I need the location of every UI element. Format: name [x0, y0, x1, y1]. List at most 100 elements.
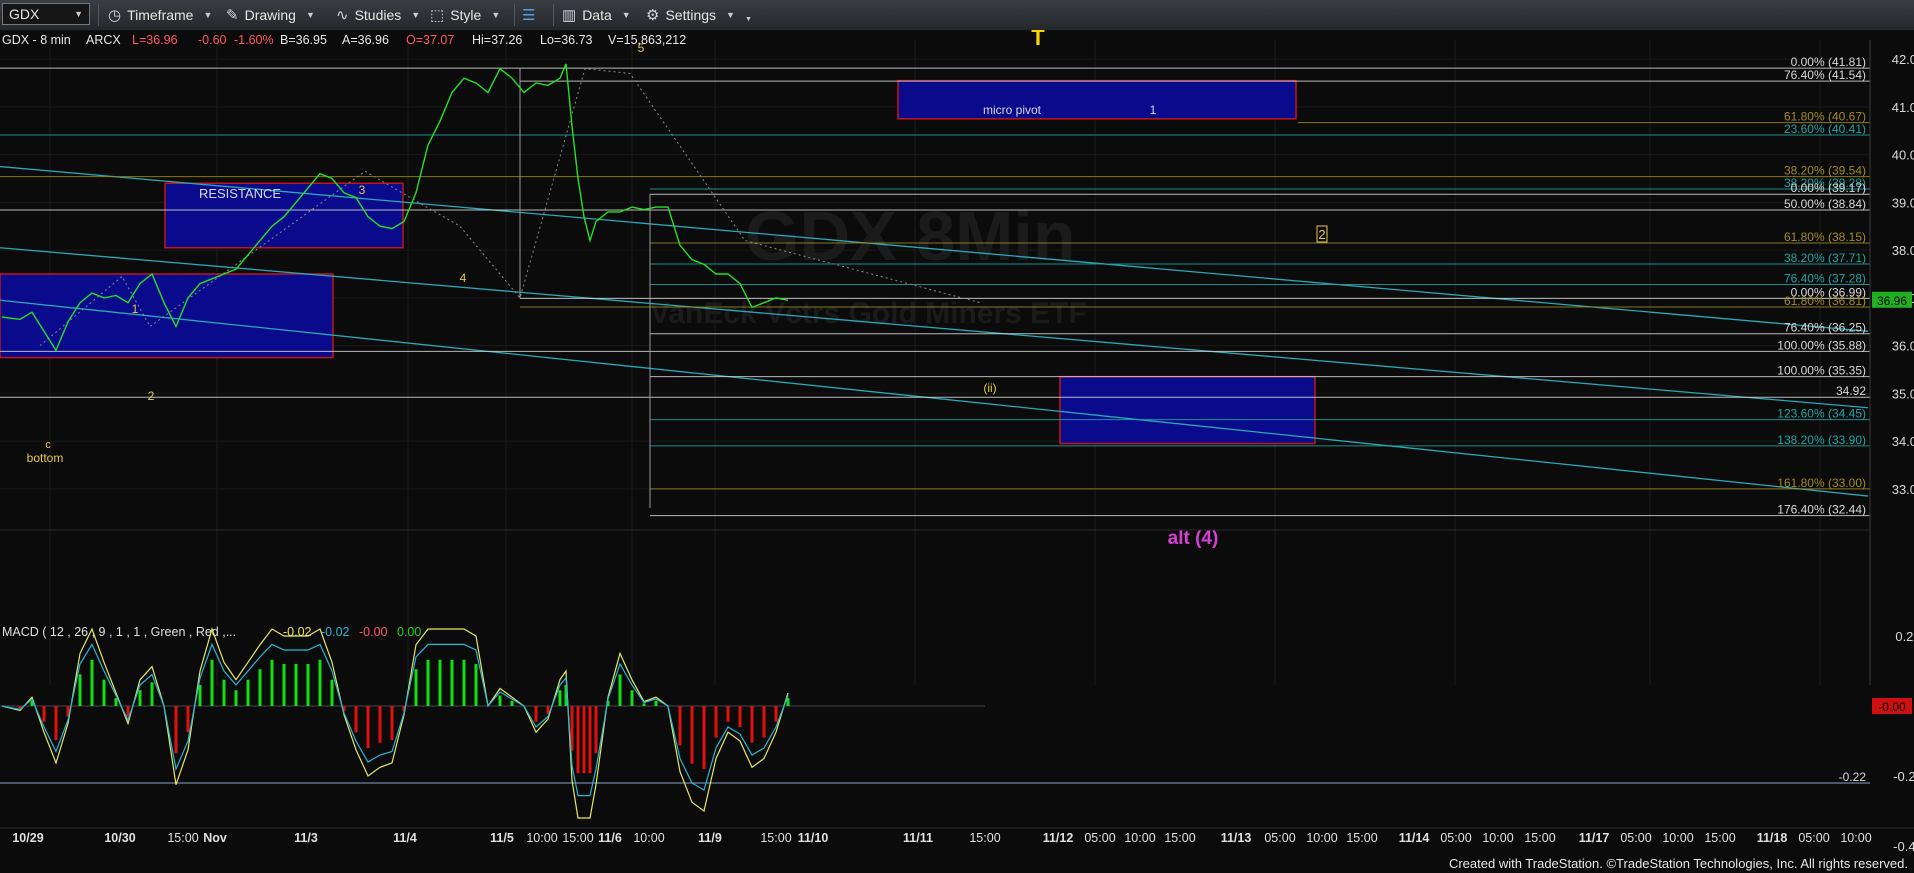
toolbar: GDX ▼ ◷ Timeframe ▼ ✎ Drawing ▼ ∿ Studie…: [0, 0, 1914, 31]
macd-histogram-bar: [462, 659, 466, 706]
macd-title: MACD ( 12 , 26 , 9 , 1 , 1 , Green , Red…: [2, 625, 236, 639]
macd-histogram-bar: [414, 669, 418, 706]
wave-label: 3: [359, 183, 366, 197]
fib-level-label: 61.80% (38.15): [1784, 230, 1866, 244]
timeframe-button[interactable]: ◷ Timeframe ▼: [108, 5, 212, 25]
macd-histogram-bar: [762, 706, 766, 738]
time-tick-label: 05:00: [1084, 831, 1115, 845]
macd-histogram-bar: [114, 698, 118, 706]
drawing-button[interactable]: ✎ Drawing ▼: [226, 5, 315, 25]
macd-current-value: -0.00: [1878, 700, 1906, 714]
style-button[interactable]: ⬚ Style ▼: [430, 5, 500, 25]
macd-tick-label: 0.20: [1895, 629, 1914, 644]
wave-label: 2: [1318, 227, 1325, 242]
header-open: O=37.07: [406, 33, 454, 47]
macd-histogram-bar: [534, 706, 538, 722]
macd-histogram-bar: [390, 706, 394, 741]
fib-level-label: 23.60% (40.41): [1784, 122, 1866, 136]
wave-label: (ii): [983, 381, 996, 395]
layout-button[interactable]: ☰: [522, 5, 535, 25]
timeframe-label: Timeframe: [127, 7, 194, 23]
time-tick-label: 10:00: [526, 831, 557, 845]
fib-level-label: 176.40% (32.44): [1777, 503, 1866, 517]
wave-label: c: [45, 439, 51, 451]
time-tick-label: 15:00: [167, 831, 198, 845]
macd-histogram-bar: [510, 700, 514, 706]
wave-label: bottom: [27, 451, 64, 465]
macd-histogram-bar: [234, 690, 238, 706]
time-tick-label: 10:00: [1482, 831, 1513, 845]
macd-histogram-bar: [198, 685, 202, 706]
time-tick-label: 15:00: [562, 831, 593, 845]
fib-level-label: 76.40% (41.54): [1784, 68, 1866, 82]
macd-histogram-bar: [678, 706, 682, 746]
macd-histogram-bar: [42, 706, 46, 722]
fib-level-label: 138.20% (33.90): [1777, 433, 1866, 447]
price-chart[interactable]: GDX 8MinVanEck Vctrs Gold Miners ETF0.00…: [0, 30, 1914, 873]
fib-level-label: 38.20% (37.71): [1784, 251, 1866, 265]
fib-level-label: 0.00% (41.81): [1791, 55, 1866, 69]
header-high: Hi=37.26: [472, 33, 522, 47]
macd-histogram-bar: [558, 690, 562, 706]
macd-histogram-bar: [126, 706, 130, 717]
header-ask: A=36.96: [342, 33, 389, 47]
time-tick-label: 11/5: [490, 831, 514, 845]
macd-histogram-bar: [354, 706, 358, 733]
time-tick-label: 10:00: [1306, 831, 1337, 845]
macd-histogram-bar: [54, 706, 58, 741]
time-tick-label: 05:00: [1264, 831, 1295, 845]
watermark-subtitle: VanEck Vctrs Gold Miners ETF: [650, 297, 1087, 330]
chevron-down-icon: ▼: [305, 10, 315, 20]
macd-histogram-bar: [174, 706, 178, 754]
fib-level-label: 76.40% (37.28): [1784, 272, 1866, 286]
macd-histogram-bar: [246, 679, 250, 706]
time-tick-label: 10:00: [1662, 831, 1693, 845]
time-tick-label: 15:00: [1704, 831, 1735, 845]
support-box: [0, 273, 334, 359]
macd-histogram-bar: [714, 706, 718, 738]
fib-level-label: 100.00% (35.35): [1777, 364, 1866, 378]
studies-button[interactable]: ∿ Studies ▼: [336, 5, 420, 25]
settings-button[interactable]: ⚙ Settings ▼ ▼: [646, 5, 752, 25]
header-volume: V=15,863,212: [608, 33, 686, 47]
time-tick-label: 10:00: [633, 831, 664, 845]
price-tick-label: 33.00: [1892, 482, 1914, 497]
macd-histogram-bar: [222, 679, 226, 706]
chevron-down-icon: ▼: [744, 15, 752, 23]
chevron-down-icon: ▼: [203, 10, 213, 20]
time-tick-label: 11/13: [1221, 831, 1252, 845]
time-tick-label: 15:00: [969, 831, 1000, 845]
macd-histogram-bar: [654, 700, 658, 706]
wave-label: T: [1031, 30, 1045, 50]
macd-histogram-bar: [306, 664, 310, 706]
macd-histogram-bar: [378, 706, 382, 743]
macd-histogram-bar: [318, 659, 322, 706]
header-symbol: GDX - 8 min: [2, 33, 71, 47]
footer-copyright: Created with TradeStation. ©TradeStation…: [1448, 856, 1908, 871]
header-pct: -1.60%: [234, 33, 274, 47]
layout-icon: ☰: [522, 7, 536, 24]
macd-histogram-bar: [138, 690, 142, 706]
macd-histogram-bar: [330, 679, 334, 706]
time-tick-label: 05:00: [1798, 831, 1829, 845]
macd-histogram-bar: [90, 659, 94, 706]
chevron-down-icon: ▼: [491, 10, 501, 20]
symbol-select[interactable]: GDX ▼: [2, 3, 90, 25]
fib-level-label: 34.92: [1836, 384, 1866, 398]
macd-histogram-bar: [438, 659, 442, 706]
fib-level-label: 0.00% (39.17): [1791, 181, 1866, 195]
header-change: -0.60: [198, 33, 227, 47]
macd-histogram-bar: [270, 659, 274, 706]
fib-level-label: 76.40% (36.25): [1784, 321, 1866, 335]
macd-value: -0.00: [359, 625, 388, 639]
macd-histogram-bar: [588, 706, 592, 774]
data-button[interactable]: ▥ Data ▼: [562, 5, 631, 25]
macd-histogram-bar: [282, 664, 286, 706]
symbol-value: GDX: [9, 6, 40, 22]
time-tick-label: 10:00: [1840, 831, 1871, 845]
price-tick-label: 34.00: [1892, 434, 1914, 449]
macd-histogram-bar: [774, 706, 778, 722]
last-price-value: 36.96: [1877, 294, 1907, 308]
time-tick-label: 15:00: [760, 831, 791, 845]
macd-level-label: -0.22: [1839, 770, 1867, 784]
